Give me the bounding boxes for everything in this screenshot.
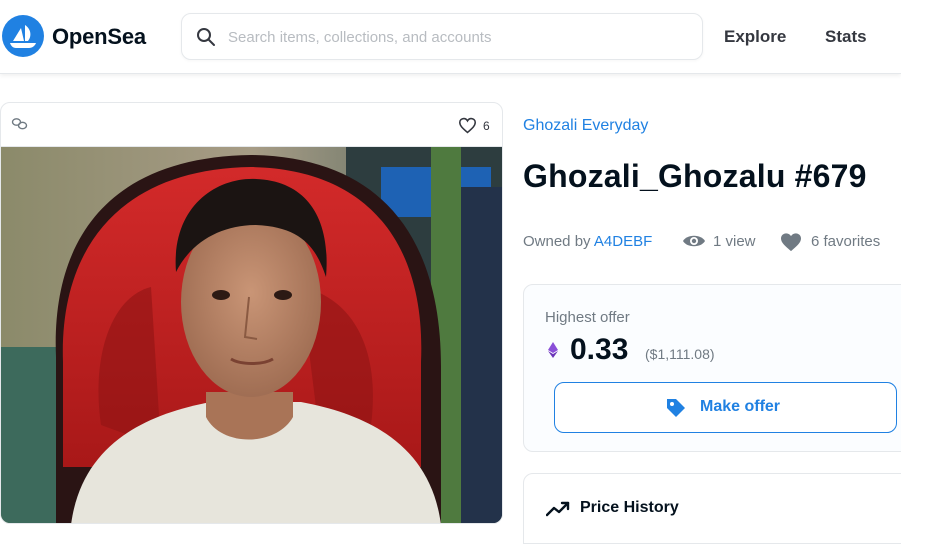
tag-icon [665, 397, 687, 424]
brand-name[interactable]: OpenSea [52, 24, 146, 50]
view-count: 1 view [713, 233, 756, 250]
item-portrait-image[interactable] [1, 147, 503, 524]
search-input[interactable] [228, 23, 688, 51]
highest-offer-label: Highest offer [545, 309, 630, 326]
owned-by-text: Owned by A4DEBF [523, 233, 652, 250]
item-media-card: 6 [0, 102, 503, 524]
favorites-count: 6 favorites [811, 233, 881, 250]
opensea-logo-icon[interactable] [2, 15, 44, 57]
offer-price: 0.33 [570, 333, 629, 366]
favorite-count: 6 [483, 119, 490, 133]
search-bar[interactable] [181, 13, 703, 60]
owned-by-label: Owned by [523, 233, 594, 250]
make-offer-label: Make offer [700, 398, 781, 415]
chain-link-icon[interactable] [11, 117, 29, 136]
page-edge [901, 0, 941, 544]
search-icon [196, 27, 216, 52]
collection-link[interactable]: Ghozali Everyday [523, 117, 648, 135]
ethereum-icon [548, 342, 558, 363]
nav-explore[interactable]: Explore [724, 27, 786, 47]
offer-card: Highest offer 0.33 ($1,111.08) Make offe… [523, 284, 913, 452]
make-offer-button[interactable]: Make offer [554, 382, 897, 433]
eye-icon [682, 233, 706, 254]
nav-stats[interactable]: Stats [825, 27, 867, 47]
item-title: Ghozali_Ghozalu #679 [523, 158, 867, 194]
price-history-label: Price History [580, 499, 679, 516]
offer-usd-price: ($1,111.08) [645, 346, 715, 362]
media-card-header: 6 [1, 103, 502, 147]
owner-link[interactable]: A4DEBF [594, 233, 652, 250]
top-nav-bar: OpenSea Explore Stats [0, 0, 901, 74]
heart-filled-icon [780, 232, 802, 257]
price-history-panel[interactable]: Price History [523, 473, 913, 544]
heart-icon[interactable] [458, 117, 477, 139]
trend-line-icon [545, 501, 570, 522]
